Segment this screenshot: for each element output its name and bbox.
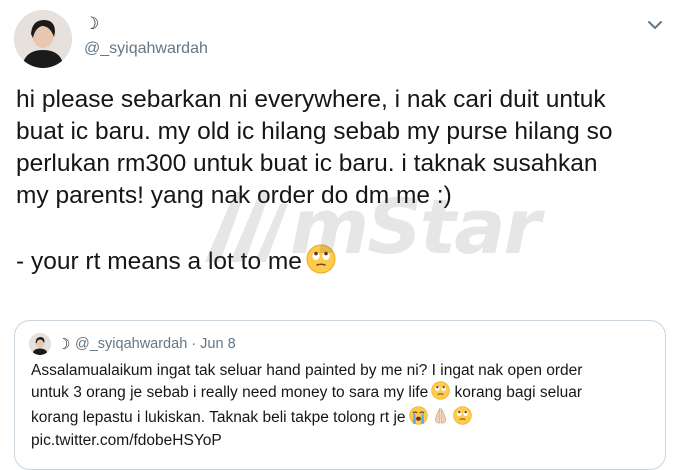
folded-hands-icon [431, 406, 450, 431]
tweet-line: hi please sebarkan ni everywhere, i nak … [16, 86, 606, 113]
quoted-handle[interactable]: @_syiqahwardah [75, 336, 187, 352]
tweet-text: hi please sebarkan ni everywhere, i nak … [16, 84, 666, 283]
tweet-line: my parents! yang nak order do dm me :) [16, 182, 452, 209]
quoted-line: untuk 3 orang je sebab i really need mon… [31, 381, 661, 406]
tweet-closing-line: - your rt means a lot to me [16, 244, 666, 283]
tweet-line: buat ic baru. my old ic hilang sebab my … [16, 118, 613, 145]
display-name[interactable]: ☽ [84, 14, 99, 34]
tweet-card: ☽ @_syiqahwardah hi please sebarkan ni e… [0, 0, 680, 470]
loudly-crying-face-icon [408, 406, 428, 431]
quoted-date[interactable]: Jun 8 [200, 336, 235, 352]
tweet-line: perlukan rm300 untuk buat ic baru. i tak… [16, 150, 598, 177]
quoted-line-text: untuk 3 orang je sebab i really need mon… [31, 384, 429, 401]
closing-text: - your rt means a lot to me [16, 248, 302, 275]
quoted-line-text: korang lepastu i lukiskan. Taknak beli t… [31, 409, 406, 426]
avatar-photo [14, 10, 72, 68]
quoted-tweet[interactable]: ☽ @_syiqahwardah · Jun 8 Assalamualaikum… [14, 320, 666, 470]
user-handle[interactable]: @_syiqahwardah [84, 40, 208, 58]
separator-dot: · [191, 336, 197, 352]
quoted-line: korang lepastu i lukiskan. Taknak beli t… [31, 406, 661, 431]
quoted-meta: @_syiqahwardah · Jun 8 [75, 336, 236, 352]
quoted-link[interactable]: pic.twitter.com/fdobeHSYoP [31, 431, 661, 451]
quoted-text: Assalamualaikum ingat tak seluar hand pa… [31, 361, 661, 451]
rolling-eyes-face-icon [431, 381, 450, 406]
rolling-eyes-face-icon [306, 244, 336, 283]
quoted-line: Assalamualaikum ingat tak seluar hand pa… [31, 362, 583, 379]
avatar[interactable] [14, 10, 72, 68]
chevron-down-icon[interactable] [644, 14, 666, 36]
quoted-avatar[interactable] [29, 333, 51, 355]
quoted-line-text: korang bagi seluar [454, 384, 583, 401]
quoted-display-name[interactable]: ☽ [57, 335, 70, 353]
rolling-eyes-face-icon [452, 406, 472, 431]
